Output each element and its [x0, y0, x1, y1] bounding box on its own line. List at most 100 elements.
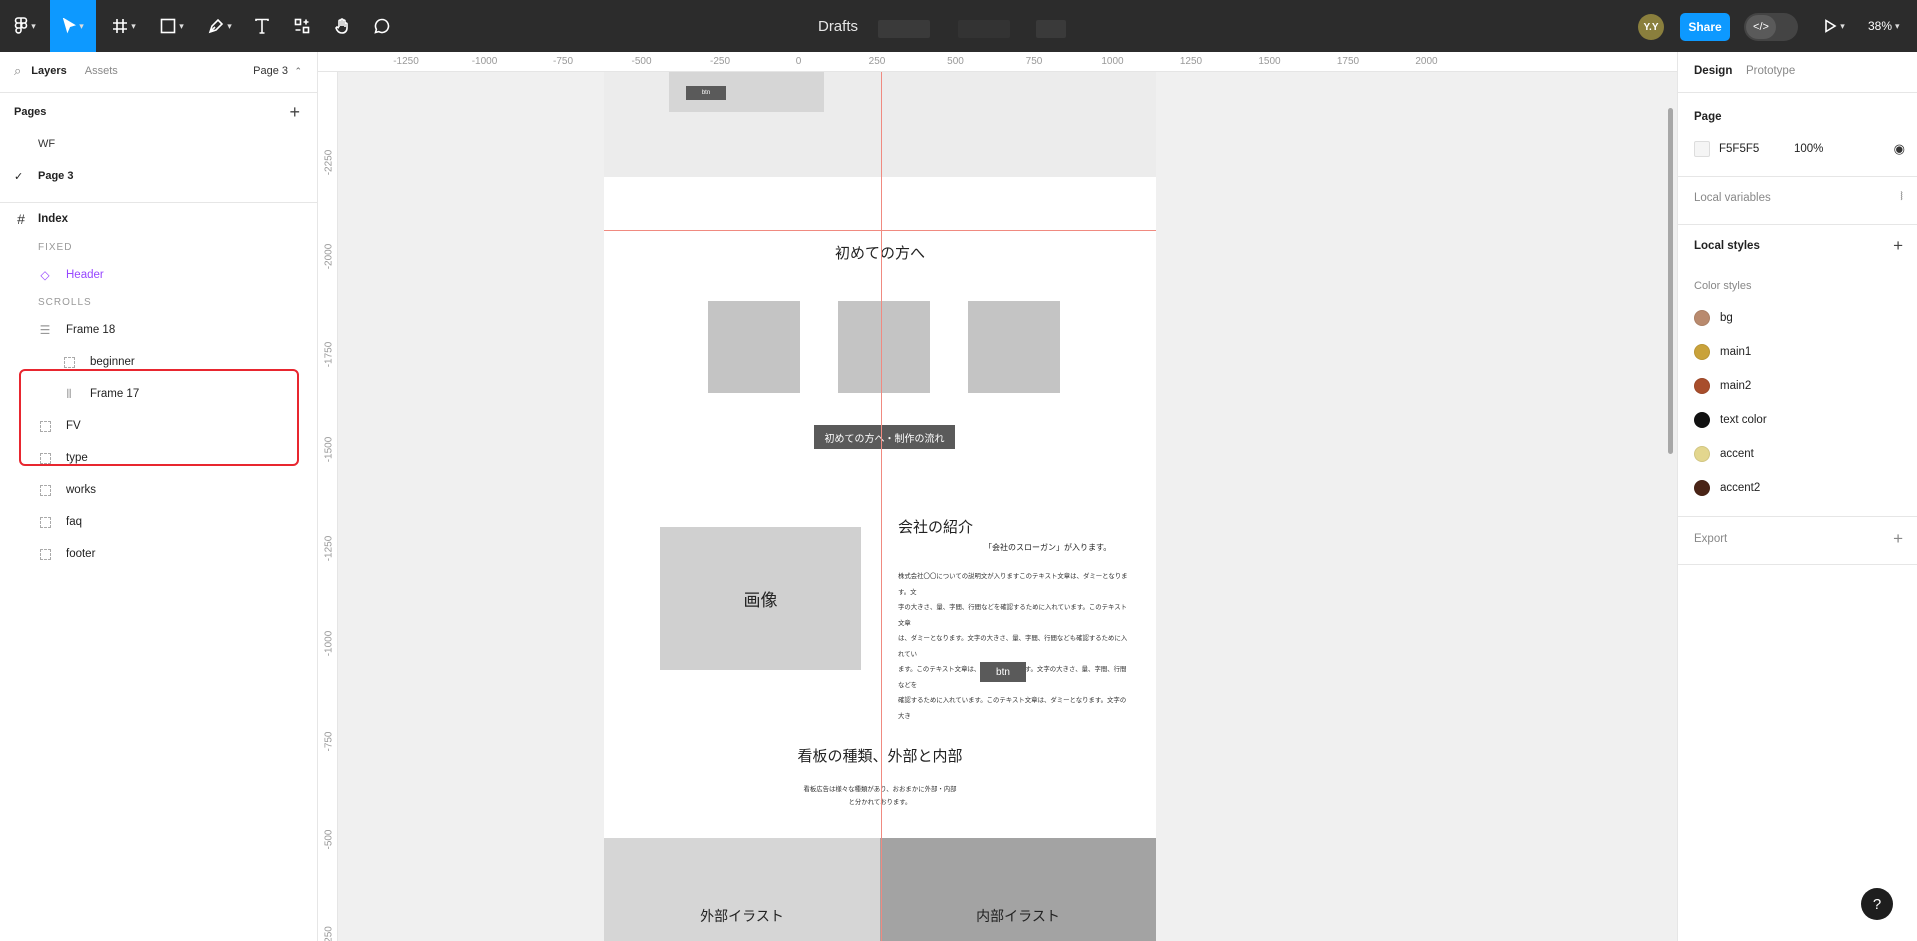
- zoom-dropdown[interactable]: 38% ▾: [1868, 0, 1900, 52]
- pages-header: Pages +: [0, 96, 318, 128]
- paragraph-line: と分かれております。: [848, 799, 912, 806]
- ruler-tick-label: -750: [323, 731, 335, 752]
- interior-label: 内部イラスト: [976, 908, 1060, 924]
- dev-mode-toggle[interactable]: </>: [1744, 13, 1798, 41]
- layer-footer[interactable]: footer: [38, 538, 95, 570]
- style-name: accent2: [1720, 482, 1761, 494]
- add-style-icon[interactable]: +: [1893, 237, 1903, 254]
- ruler-tick-label: 1250: [1179, 56, 1203, 67]
- frame-dashed-icon: [62, 355, 76, 369]
- chevron-down-icon: ▾: [31, 20, 36, 31]
- export-label[interactable]: Export: [1694, 533, 1727, 545]
- fv-btn[interactable]: btn: [686, 86, 726, 100]
- help-button[interactable]: ?: [1861, 888, 1893, 920]
- text-tool-button[interactable]: [248, 0, 276, 52]
- frame-dashed-icon: [38, 483, 52, 497]
- canvas-scrollbar[interactable]: [1668, 108, 1673, 454]
- search-icon[interactable]: ⌕: [14, 63, 21, 79]
- color-swatch: [1694, 480, 1710, 496]
- local-variables-label[interactable]: Local variables: [1694, 192, 1771, 204]
- layer-label: beginner: [90, 356, 135, 368]
- page-opacity[interactable]: 100%: [1794, 143, 1823, 155]
- redacted-title-part: [958, 20, 1010, 38]
- avatar[interactable]: Y.Y: [1638, 14, 1664, 40]
- pages-title: Pages: [14, 106, 47, 118]
- present-button[interactable]: ▾: [1816, 0, 1852, 52]
- ruler-tick-label: -500: [323, 829, 335, 850]
- exterior-label: 外部イラスト: [700, 908, 784, 924]
- ruler-tick-label: 750: [1025, 56, 1043, 67]
- frame-tool-button[interactable]: ▾: [104, 0, 144, 52]
- ruler-tick-label: -1000: [471, 56, 498, 67]
- tab-layers[interactable]: Layers: [31, 65, 66, 77]
- page-color-hex[interactable]: F5F5F5: [1719, 143, 1759, 155]
- chevron-down-icon: ▾: [227, 20, 232, 31]
- beginner-card[interactable]: [968, 301, 1060, 393]
- rectangle-icon: [160, 18, 176, 34]
- color-style-item[interactable]: accent2: [1694, 480, 1760, 496]
- share-button[interactable]: Share: [1680, 13, 1730, 41]
- color-style-item[interactable]: main2: [1694, 378, 1751, 394]
- main-menu-button[interactable]: ▾: [4, 0, 46, 52]
- paragraph-line: 確認するために入れています。このテキスト文章は、ダミーとなります。文字の大き: [898, 697, 1127, 720]
- color-style-item[interactable]: bg: [1694, 310, 1733, 326]
- page-item-page3[interactable]: ✓ Page 3: [0, 160, 318, 192]
- ruler-tick-label: 1750: [1336, 56, 1360, 67]
- image-placeholder[interactable]: 画像: [660, 527, 861, 670]
- color-style-item[interactable]: main1: [1694, 344, 1751, 360]
- ruler-tick-label: -2250: [323, 149, 335, 176]
- style-name: main2: [1720, 380, 1752, 392]
- layer-faq[interactable]: faq: [38, 506, 82, 538]
- highlight-annotation: [19, 369, 299, 466]
- ruler-left: -2250 -2000 -1750 -1500 -1250 -1000 -750 -500 25…: [318, 72, 338, 941]
- color-style-item[interactable]: text color: [1694, 412, 1767, 428]
- chevron-down-icon: ▾: [131, 20, 136, 31]
- beginner-heading: 初めての方へ: [834, 245, 925, 262]
- comment-tool-button[interactable]: [368, 0, 396, 52]
- chevron-down-icon: ▾: [1840, 20, 1845, 31]
- frame-hash-icon: [113, 19, 128, 33]
- beginner-card[interactable]: [708, 301, 800, 393]
- resources-tool-button[interactable]: [288, 0, 316, 52]
- frame-dashed-icon: [38, 547, 52, 561]
- layer-frame-18[interactable]: ☰ Frame 18: [38, 314, 116, 346]
- add-export-icon[interactable]: +: [1893, 530, 1903, 547]
- ruler-tick-label: 1000: [1101, 56, 1124, 67]
- tab-design[interactable]: Design: [1694, 65, 1732, 77]
- sign-paragraph: 看板広告は様々な種類があり、おおまかに外部・内部 と分かれております。: [604, 783, 1156, 809]
- ruler-tick-label: 250: [868, 56, 886, 67]
- tab-prototype[interactable]: Prototype: [1746, 65, 1795, 77]
- color-swatch: [1694, 412, 1710, 428]
- color-style-item[interactable]: accent: [1694, 446, 1754, 462]
- ruler-tick-label: -2000: [323, 243, 335, 270]
- text-icon: [255, 18, 269, 34]
- pen-tool-button[interactable]: ▾: [200, 0, 240, 52]
- tab-assets[interactable]: Assets: [85, 65, 118, 77]
- index-frame[interactable]: btn 初めての方へ 初めての方へ・制作の流れ 画像 会社の紹介 「会社のスロー…: [604, 72, 1156, 941]
- component-icon: ◇: [40, 268, 50, 282]
- shape-tool-button[interactable]: ▾: [152, 0, 192, 52]
- move-tool-button[interactable]: ▾: [50, 0, 96, 52]
- ruler-tick-label: -1750: [323, 341, 335, 368]
- page-item-wf[interactable]: WF: [0, 128, 318, 160]
- code-icon: </>: [1746, 15, 1776, 39]
- page-color-swatch[interactable]: [1694, 141, 1710, 157]
- beginner-card[interactable]: [838, 301, 930, 393]
- pen-icon: [208, 18, 224, 34]
- canvas[interactable]: -1250 -1000 -750 -500 -250 0 250 500 750 1000 1250…: [318, 52, 1677, 941]
- layer-works[interactable]: works: [38, 474, 96, 506]
- hand-tool-button[interactable]: [328, 0, 356, 52]
- company-btn[interactable]: btn: [980, 662, 1026, 682]
- variables-adjust-icon[interactable]: ⧘: [1900, 189, 1903, 202]
- page-selector[interactable]: Page 3: [253, 65, 288, 77]
- chevron-up-icon[interactable]: ⌃: [294, 66, 302, 77]
- layer-label: works: [66, 484, 97, 496]
- eye-icon[interactable]: ◉: [1894, 141, 1905, 157]
- paragraph-line: 看板広告は様々な種類があり、おおまかに外部・内部: [803, 786, 957, 793]
- layers-panel: ⌕ Layers Assets Page 3 ⌃ Pages + WF ✓ Pa…: [0, 52, 318, 941]
- beginner-flow-button[interactable]: 初めての方へ・制作の流れ: [814, 425, 955, 449]
- company-heading: 会社の紹介: [898, 519, 974, 536]
- add-page-icon[interactable]: +: [289, 102, 300, 123]
- figma-app: ▾ ▾ ▾ ▾ ▾ Drafts Y.Y Share </> ▾ 38% ▾ ⌕…: [0, 0, 1917, 941]
- chevron-down-icon: ▾: [179, 20, 184, 31]
